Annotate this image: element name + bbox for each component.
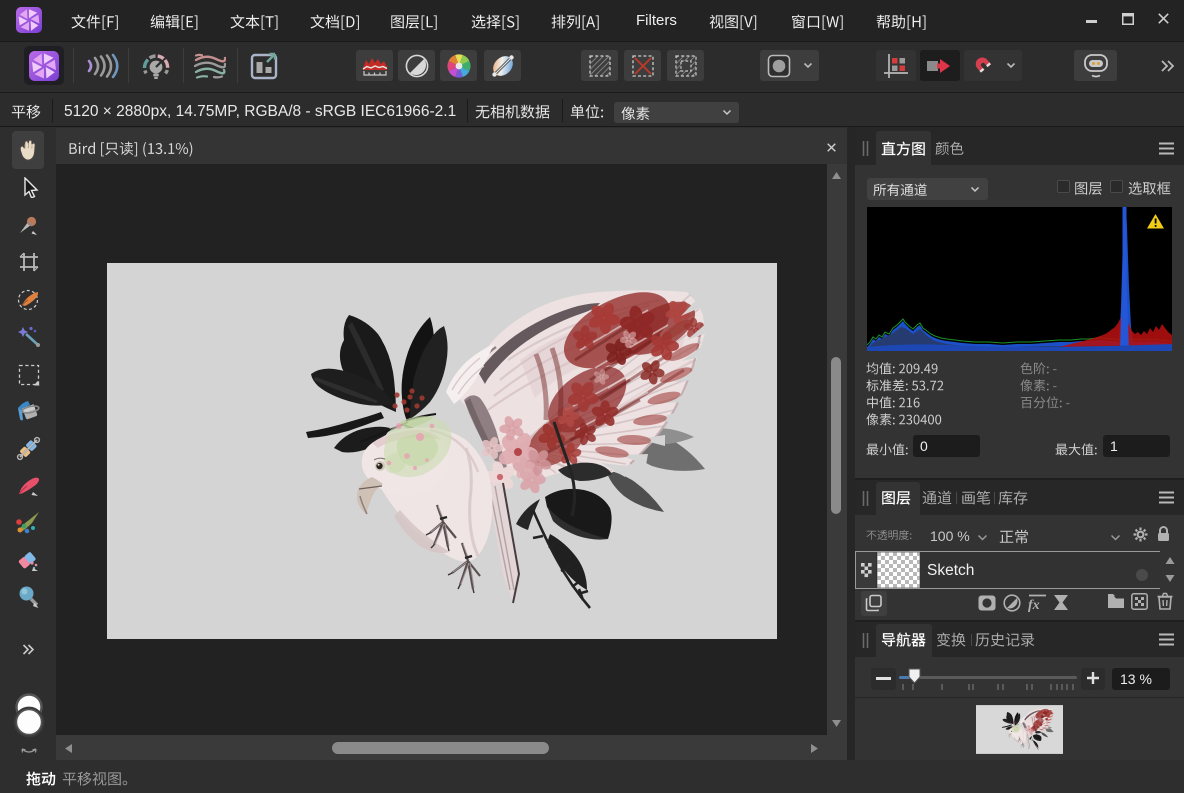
svg-text:fx: fx — [1028, 598, 1040, 612]
